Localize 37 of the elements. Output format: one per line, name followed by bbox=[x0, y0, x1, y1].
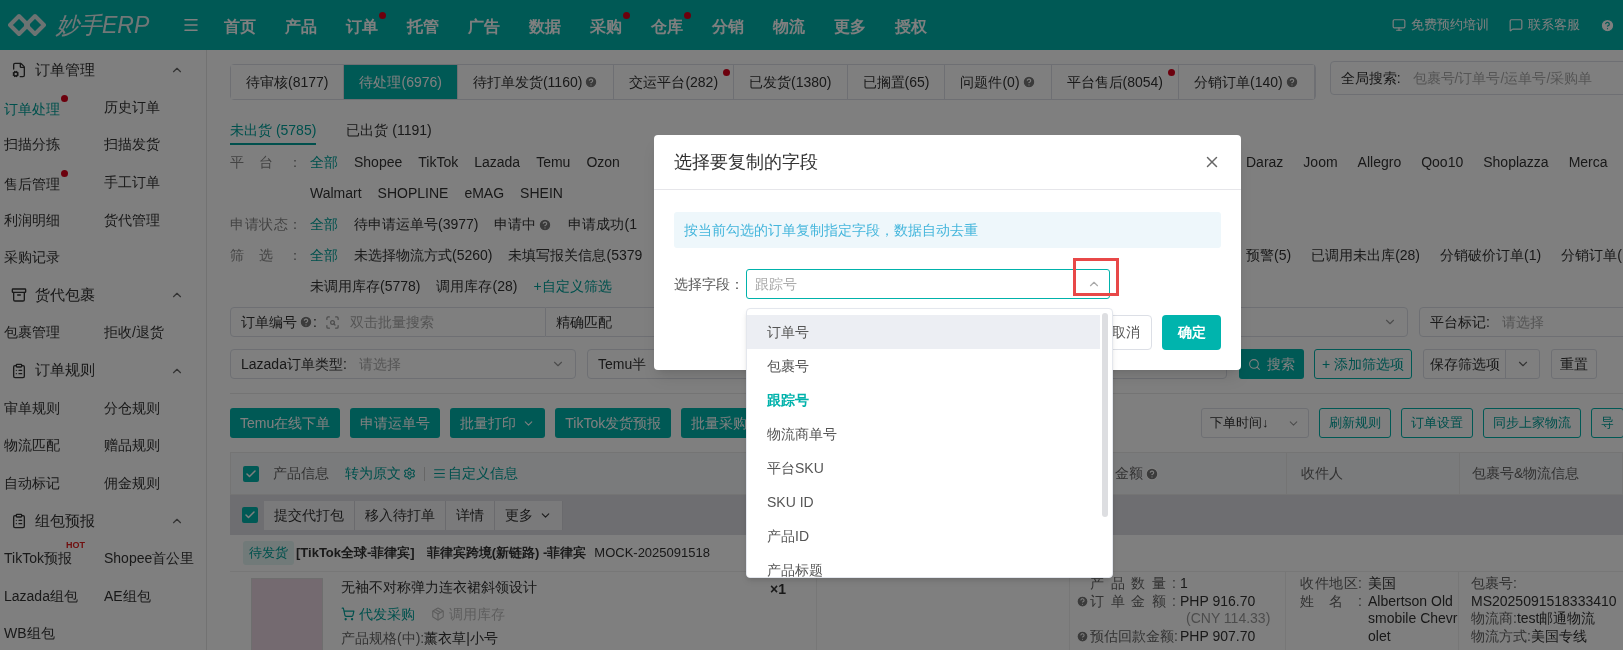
status-badge: 待发货 bbox=[243, 541, 294, 565]
spec-label: 产品规格(中): bbox=[341, 629, 425, 648]
package-value: MS2025091518333410 bbox=[1471, 592, 1618, 610]
column-header: 收件人 bbox=[1301, 464, 1343, 483]
field-label: 选择字段： bbox=[674, 274, 745, 294]
amount-label: 订单金额: bbox=[1090, 592, 1176, 610]
amount-value: PHP 916.70 bbox=[1180, 592, 1256, 610]
amount-value: PHP 907.70 bbox=[1180, 627, 1256, 645]
amount-value: 1 bbox=[1180, 575, 1188, 593]
package-label: 物流方式: bbox=[1471, 627, 1531, 645]
store-name: [TikTok全球-菲律宾] bbox=[296, 544, 415, 563]
receiver-value: 美国 bbox=[1368, 575, 1397, 593]
field-label: 全局搜索: bbox=[1340, 68, 1401, 88]
notice-banner: 按当前勾选的订单复制指定字段，数据自动去重 bbox=[674, 212, 1221, 248]
product-title: 无袖不对称弹力连衣裙斜领设计 bbox=[341, 578, 537, 597]
quantity: ×1 bbox=[770, 580, 786, 599]
column-header: 金额 bbox=[1115, 464, 1143, 483]
package-label: 包裹号: bbox=[1471, 575, 1518, 593]
filter-label: 平台： bbox=[230, 153, 302, 172]
receiver-value: Albertson Oldsmobile Chevrolet bbox=[1368, 592, 1458, 645]
column-header: 产品信息 bbox=[273, 464, 329, 483]
column-header: 包裹号&物流信息 bbox=[1472, 464, 1580, 483]
hot-label: HOT bbox=[66, 540, 85, 550]
site-name: 菲律宾跨境(新链路) -菲律宾 bbox=[426, 544, 587, 563]
spec-value: 薰衣草|小号 bbox=[424, 629, 498, 648]
field-label: : bbox=[313, 312, 317, 332]
field-label: 订单编号 bbox=[241, 312, 297, 332]
package-value: 美国专线 bbox=[1530, 627, 1587, 645]
package-label: 物流商: bbox=[1471, 610, 1517, 628]
dialog-title: 选择要复制的字段 bbox=[674, 150, 818, 174]
field-label: Temu半 bbox=[598, 354, 647, 374]
receiver-label: 姓名: bbox=[1300, 592, 1362, 610]
field-label: Lazada订单类型: bbox=[241, 354, 347, 374]
amount-label: 预估回款金额: bbox=[1090, 627, 1176, 645]
field-label: 平台标记: bbox=[1430, 312, 1490, 332]
receiver-label: 收件地区: bbox=[1300, 575, 1362, 593]
order-number: MOCK-2025091518 bbox=[594, 544, 710, 563]
